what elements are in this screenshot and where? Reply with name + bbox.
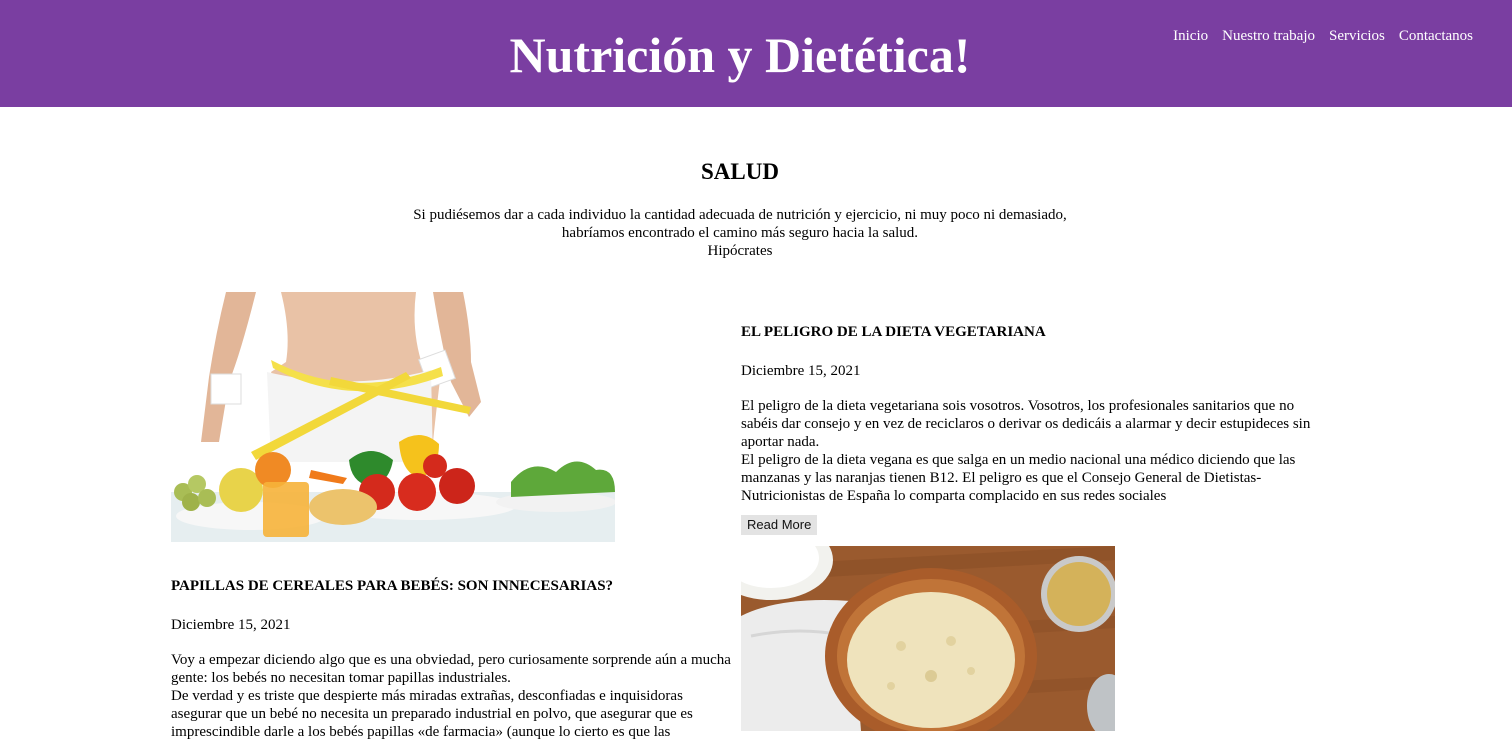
site-header: Nutrición y Dietética! Inicio Nuestro tr… bbox=[0, 0, 1512, 107]
hippocrates-quote: Si pudiésemos dar a cada individuo la ca… bbox=[340, 206, 1140, 260]
quote-line-1: Si pudiésemos dar a cada individuo la ca… bbox=[413, 207, 1067, 223]
article-paragraph: De verdad y es triste que despierte más … bbox=[171, 688, 693, 740]
main-nav: Inicio Nuestro trabajo Servicios Contact… bbox=[1173, 26, 1473, 46]
article-title-dieta-vegetariana[interactable]: EL PELIGRO DE LA DIETA VEGETARIANA bbox=[741, 323, 1311, 341]
diet-image bbox=[171, 292, 615, 542]
read-more-button[interactable]: Read More bbox=[741, 515, 818, 535]
porridge-image bbox=[741, 546, 1115, 731]
diet-illustration bbox=[171, 292, 615, 542]
quote-author: Hipócrates bbox=[707, 243, 773, 259]
nav-link-servicios[interactable]: Servicios bbox=[1329, 26, 1385, 46]
article-paragraph: Voy a empezar diciendo algo que es una o… bbox=[171, 652, 731, 686]
article-paragraph: El peligro de la dieta vegetariana sois … bbox=[741, 398, 1311, 450]
article-paragraph: El peligro de la dieta vegana es que sal… bbox=[741, 452, 1296, 504]
nav-link-nuestro-trabajo[interactable]: Nuestro trabajo bbox=[1222, 26, 1315, 46]
article-date-papillas: Diciembre 15, 2021 bbox=[171, 617, 291, 633]
nav-link-contactanos[interactable]: Contactanos bbox=[1399, 26, 1473, 46]
nav-link-inicio[interactable]: Inicio bbox=[1173, 26, 1208, 46]
section-title: SALUD bbox=[701, 159, 779, 184]
porridge-illustration bbox=[741, 546, 1115, 731]
quote-line-2: habríamos encontrado el camino más segur… bbox=[561, 225, 919, 241]
article-date-dieta-vegetariana: Diciembre 15, 2021 bbox=[741, 363, 861, 379]
article-title-papillas[interactable]: PAPILLAS DE CEREALES PARA BEBÉS: SON INN… bbox=[171, 577, 731, 595]
article-excerpt-papillas: Voy a empezar diciendo algo que es una o… bbox=[171, 651, 731, 741]
article-excerpt-dieta-vegetariana: El peligro de la dieta vegetariana sois … bbox=[741, 397, 1316, 505]
